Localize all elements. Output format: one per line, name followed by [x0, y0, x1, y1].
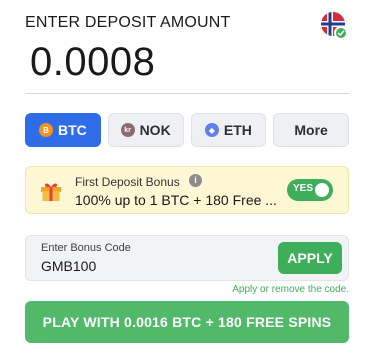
ethereum-icon: ◆: [204, 123, 219, 137]
toggle-knob: [315, 183, 329, 197]
bonus-toggle[interactable]: YES: [287, 179, 333, 201]
info-icon[interactable]: i: [189, 174, 202, 187]
currency-more-label: More: [294, 122, 328, 138]
amount-underline: [25, 93, 349, 94]
bonus-code-field: Enter Bonus Code APPLY: [25, 235, 349, 281]
currency-nok-button[interactable]: kr NOK: [107, 113, 184, 147]
bonus-code-input[interactable]: [41, 258, 241, 274]
currency-btc-button[interactable]: B BTC: [25, 113, 101, 147]
apply-hint: Apply or remove the code.: [232, 284, 349, 295]
bonus-code-label: Enter Bonus Code: [41, 242, 131, 254]
bonus-description: 100% up to 1 BTC + 180 Free ...: [75, 192, 277, 208]
apply-button[interactable]: APPLY: [278, 242, 342, 274]
deposit-amount-value[interactable]: 0.0008: [30, 40, 155, 85]
currency-nok-label: NOK: [139, 122, 171, 138]
currency-more-button[interactable]: More: [273, 113, 349, 147]
currency-selector: B BTC kr NOK ◆ ETH More: [25, 113, 349, 147]
currency-eth-button[interactable]: ◆ ETH: [190, 113, 267, 147]
first-deposit-bonus-card: First Deposit Bonus i 100% up to 1 BTC +…: [25, 166, 349, 214]
toggle-label: YES: [293, 183, 314, 194]
bonus-title: First Deposit Bonus: [75, 175, 180, 189]
currency-btc-label: BTC: [57, 122, 87, 138]
gift-icon: [39, 178, 63, 202]
currency-eth-label: ETH: [223, 122, 252, 138]
bitcoin-icon: B: [38, 123, 53, 137]
play-button[interactable]: PLAY WITH 0.0016 BTC + 180 FREE SPINS: [25, 301, 349, 343]
krone-icon: kr: [120, 123, 135, 137]
deposit-amount-title: ENTER DEPOSIT AMOUNT: [25, 14, 231, 31]
check-badge-icon: [334, 26, 348, 40]
